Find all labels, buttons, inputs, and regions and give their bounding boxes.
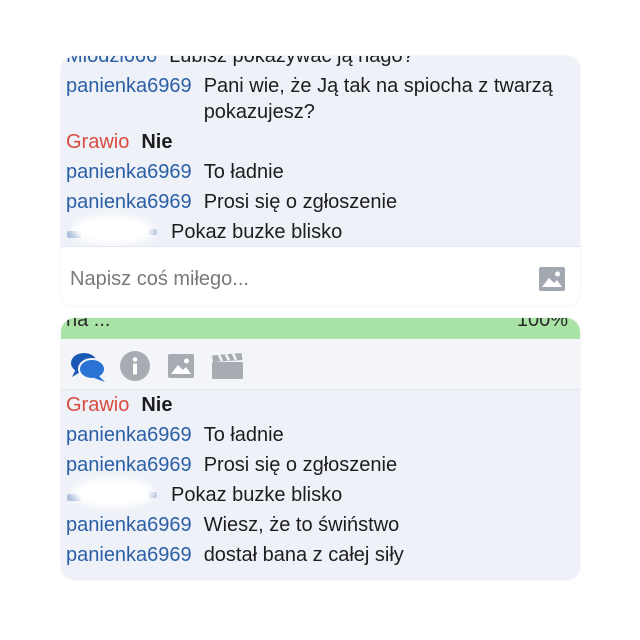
message-text: To ładnie <box>203 424 284 446</box>
message-composer <box>61 246 580 306</box>
image-icon[interactable] <box>168 354 194 378</box>
message-username[interactable]: panienka6969 <box>66 542 192 568</box>
chat-message: panienka6969 Prosi się o zgłoszenie <box>66 452 570 478</box>
message-list-content: Grawio Nie panienka6969 To ładnie panien… <box>66 392 570 572</box>
status-bar-right-text: 100% <box>516 318 568 331</box>
status-bar-left-text: na ... <box>66 318 111 331</box>
chat-toolbar <box>61 339 580 390</box>
message-username[interactable]: panienka6969 <box>66 189 192 215</box>
chat-message: panienka6969 Wiesz, że to świństwo <box>66 512 570 538</box>
message-text: Prosi się o zgłoszenie <box>203 454 398 476</box>
message-text: Lubisz pokazywać ją nago? <box>169 56 414 67</box>
image-icon[interactable] <box>539 267 565 291</box>
message-list-content: Mlodzi666 Lubisz pokazywać ją nago? pani… <box>66 56 570 246</box>
message-list[interactable]: Mlodzi666 Lubisz pokazywać ją nago? pani… <box>61 56 580 246</box>
message-username[interactable]: panienka6969 <box>66 422 192 448</box>
message-text: Pani wie, że Ją tak na spiocha z twarzą … <box>203 75 553 123</box>
chat-message: Grawio Nie <box>66 392 570 418</box>
message-username[interactable]: panienka6969 <box>66 159 192 185</box>
message-username[interactable]: Grawio <box>66 129 129 155</box>
message-text: Pokaz buzke blisko <box>171 221 343 243</box>
redaction-blur <box>72 478 154 508</box>
chat-message: Pokaz buzke blisko <box>66 215 570 245</box>
chat-bubbles-icon[interactable] <box>70 352 106 382</box>
status-bar: na ... 100% <box>61 318 580 339</box>
message-input[interactable] <box>70 264 510 294</box>
chat-message: Pokaz buzke blisko <box>66 478 570 508</box>
chat-message: Mlodzi666 Lubisz pokazywać ją nago? <box>66 56 570 69</box>
message-text: Prosi się o zgłoszenie <box>203 191 398 213</box>
message-username[interactable]: panienka6969 <box>66 512 192 538</box>
chat-message: panienka6969 To ładnie <box>66 422 570 448</box>
redacted-username <box>66 478 159 508</box>
message-text: To ładnie <box>203 161 284 183</box>
redaction-blur <box>72 215 154 245</box>
message-username[interactable]: Grawio <box>66 392 129 418</box>
message-list[interactable]: Grawio Nie panienka6969 To ładnie panien… <box>61 390 580 580</box>
info-icon[interactable] <box>120 351 150 381</box>
message-username[interactable]: panienka6969 <box>66 452 192 478</box>
chat-message: panienka6969 Prosi się o zgłoszenie <box>66 189 570 215</box>
redacted-username <box>66 215 159 245</box>
message-text: Pokaz buzke blisko <box>171 484 343 506</box>
chat-message: panienka6969 dostał bana z całej siły <box>66 542 570 568</box>
message-text: Nie <box>141 394 173 416</box>
message-text: dostał bana z całej siły <box>203 544 404 566</box>
chat-message: Grawio Nie <box>66 129 570 155</box>
message-username[interactable]: Mlodzi666 <box>66 56 157 69</box>
message-username[interactable]: panienka6969 <box>66 73 192 99</box>
clapperboard-icon[interactable] <box>212 353 243 379</box>
chat-window-top: Mlodzi666 Lubisz pokazywać ją nago? pani… <box>61 56 580 306</box>
chat-message: panienka6969 To ładnie <box>66 159 570 185</box>
chat-message: panienka6969 Pani wie, że Ją tak na spio… <box>66 73 570 125</box>
chat-window-bottom: na ... 100% Grawio Nie panienka6969 To ł… <box>61 318 580 580</box>
message-text: Wiesz, że to świństwo <box>203 514 400 536</box>
message-text: Nie <box>141 131 173 153</box>
